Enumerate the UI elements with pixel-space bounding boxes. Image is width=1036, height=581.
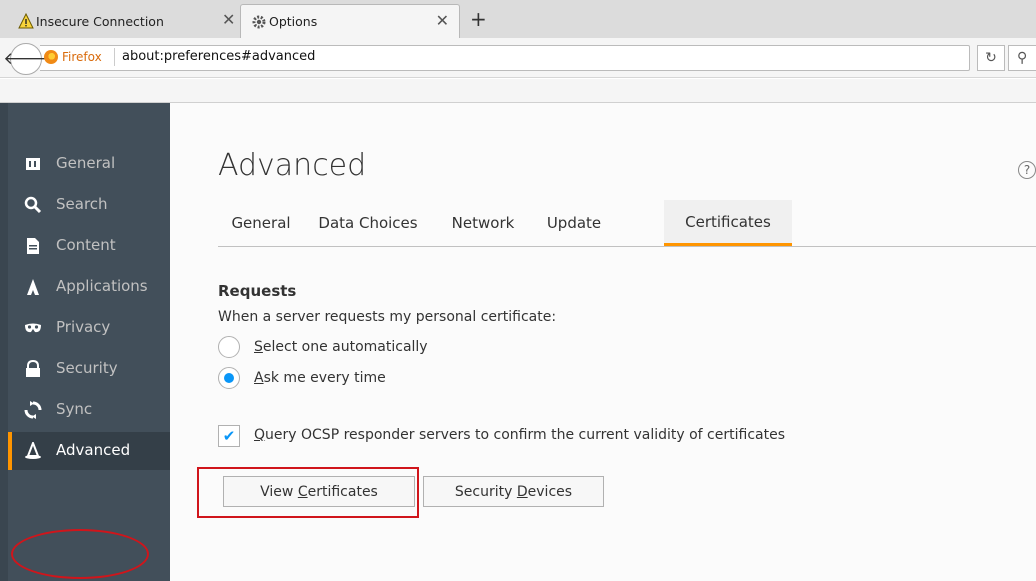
label-text: elect one automatically (262, 339, 428, 355)
tab-network[interactable]: Network (432, 200, 534, 246)
ocsp-checkbox[interactable]: ✔ (218, 425, 240, 447)
sidebar-item-label: Content (56, 236, 116, 254)
requests-heading: Requests (218, 282, 297, 300)
sidebar-item-search[interactable]: Search (8, 186, 170, 224)
button-text: Security (454, 483, 517, 500)
search-bar[interactable]: ⚲ (1008, 45, 1036, 71)
url-separator (114, 48, 115, 66)
sidebar-item-sync[interactable]: Sync (8, 391, 170, 429)
reload-icon: ↻ (985, 50, 997, 66)
sidebar-item-label: Security (56, 359, 118, 377)
annotation-highlight-oval (11, 529, 149, 579)
back-button[interactable]: 🡐 (3, 43, 49, 75)
preferences-pane: Advanced ? General Data Choices Network … (170, 103, 1036, 581)
ocsp-checkbox-label[interactable]: Query OCSP responder servers to confirm … (254, 427, 785, 443)
advanced-tabs: General Data Choices Network Update Cert… (218, 200, 1036, 247)
tab-data-choices[interactable]: Data Choices (304, 200, 432, 246)
search-icon (24, 196, 42, 214)
firefox-logo-icon (44, 50, 58, 64)
annotation-highlight-rectangle (197, 467, 419, 518)
close-tab-icon[interactable]: ✕ (436, 11, 449, 30)
sidebar-item-advanced[interactable]: Advanced (8, 432, 170, 470)
sidebar-item-label: Advanced (56, 441, 131, 459)
radio-label-ask-every-time[interactable]: Ask me every time (254, 370, 386, 386)
tab-update[interactable]: Update (534, 200, 614, 246)
applications-icon (24, 278, 42, 296)
sidebar-item-security[interactable]: Security (8, 350, 170, 388)
sync-icon (24, 401, 42, 419)
tab-options[interactable]: Options ✕ (240, 4, 460, 38)
tab-general[interactable]: General (218, 200, 304, 246)
content-icon (24, 237, 42, 255)
access-key: S (254, 339, 263, 355)
button-text: evices (527, 483, 573, 500)
sidebar-item-label: Privacy (56, 318, 111, 336)
warning-icon (18, 13, 34, 29)
sidebar-item-content[interactable]: Content (8, 227, 170, 265)
sidebar-item-label: Search (56, 195, 108, 213)
lock-icon (24, 360, 42, 378)
radio-select-automatically[interactable] (218, 336, 240, 358)
gear-icon (252, 15, 266, 29)
sidebar-item-privacy[interactable]: Privacy (8, 309, 170, 347)
security-devices-button[interactable]: Security Devices (423, 476, 604, 507)
new-tab-button[interactable]: + (470, 7, 487, 31)
privacy-mask-icon (24, 319, 42, 337)
navigation-bar: 🡐 Firefox about:preferences#advanced ↻ ⚲ (0, 38, 1036, 78)
sidebar-item-label: General (56, 154, 116, 172)
search-icon: ⚲ (1017, 50, 1028, 66)
access-key: D (516, 483, 528, 500)
sidebar-item-label: Applications (56, 277, 148, 295)
tab-strip: Insecure Connection ✕ Options ✕ + (0, 0, 1036, 38)
general-icon (24, 155, 42, 173)
back-arrow-icon: 🡐 (3, 49, 49, 69)
tab-title: Insecure Connection (36, 13, 164, 29)
url-text[interactable]: about:preferences#advanced (122, 49, 315, 64)
tab-certificates[interactable]: Certificates (664, 200, 792, 246)
preferences-sidebar: General Search Content Applications Priv… (0, 103, 170, 581)
advanced-wizard-icon (24, 442, 42, 460)
help-icon[interactable]: ? (1018, 161, 1036, 179)
requests-description: When a server requests my personal certi… (218, 309, 557, 325)
sidebar-item-applications[interactable]: Applications (8, 268, 170, 306)
radio-ask-every-time[interactable] (218, 367, 240, 389)
page-title: Advanced (218, 148, 367, 183)
reload-button[interactable]: ↻ (977, 45, 1005, 71)
sidebar-item-general[interactable]: General (8, 145, 170, 183)
tab-title: Options (269, 14, 318, 29)
access-key: Q (254, 427, 266, 443)
checkmark-icon: ✔ (222, 427, 236, 445)
identity-label: Firefox (62, 50, 102, 64)
bookmarks-toolbar (0, 79, 1036, 103)
sidebar-edge (0, 103, 8, 581)
sidebar-item-label: Sync (56, 400, 93, 418)
label-text: uery OCSP responder servers to confirm t… (265, 427, 785, 443)
label-text: sk me every time (263, 370, 386, 386)
tab-insecure-connection[interactable]: Insecure Connection ✕ (8, 4, 244, 38)
browser-window: Insecure Connection ✕ Options ✕ + 🡐 Fire… (0, 0, 1036, 581)
access-key: A (254, 370, 264, 386)
radio-label-select-automatically[interactable]: Select one automatically (254, 339, 428, 355)
